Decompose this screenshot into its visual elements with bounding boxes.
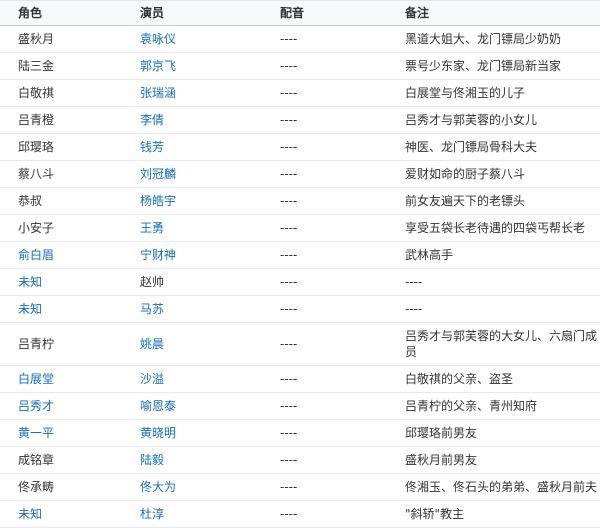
actor-link[interactable]: 沙溢 bbox=[140, 372, 164, 386]
actor-link[interactable]: 袁咏仪 bbox=[140, 32, 176, 46]
table-row: 白展堂 沙溢 ---- 白敬祺的父亲、盗圣 bbox=[0, 366, 600, 393]
table-row: 俞白眉 宁财神 ---- 武林高手 bbox=[0, 242, 600, 269]
actor-link[interactable]: 钱芳 bbox=[140, 140, 164, 154]
note-text: 黑道大姐大、龙门镖局少奶奶 bbox=[405, 32, 561, 46]
actor-link[interactable]: 李倩 bbox=[140, 113, 164, 127]
role-link[interactable]: 未知 bbox=[18, 507, 42, 521]
role-text: 小安子 bbox=[18, 221, 54, 235]
cast-list-page: 角色 演员 配音 备注 盛秋月 袁咏仪 ---- 黑道大姐大、龙门镖局少奶奶 陆… bbox=[0, 0, 600, 528]
table-row: 佟承畴 佟大为 ---- 佟湘玉、佟石头的弟弟、盛秋月前夫 bbox=[0, 474, 600, 501]
cast-table: 角色 演员 配音 备注 盛秋月 袁咏仪 ---- 黑道大姐大、龙门镖局少奶奶 陆… bbox=[0, 0, 600, 528]
table-row: 未知 杜淳 ---- "斜轿"教主 bbox=[0, 501, 600, 528]
note-text: 吕青柠的父亲、青州知府 bbox=[405, 399, 537, 413]
table-row: 邱璎珞 钱芳 ---- 神医、龙门镖局骨科大夫 bbox=[0, 134, 600, 161]
role-link[interactable]: 吕秀才 bbox=[18, 399, 54, 413]
note-text: 白展堂与佟湘玉的儿子 bbox=[405, 86, 525, 100]
table-row: 吕秀才 喻恩泰 ---- 吕青柠的父亲、青州知府 bbox=[0, 393, 600, 420]
dub-value: ---- bbox=[280, 372, 297, 386]
actor-link[interactable]: 张瑞涵 bbox=[140, 86, 176, 100]
actor-link[interactable]: 王勇 bbox=[140, 221, 164, 235]
note-text: 前女友遍天下的老镖头 bbox=[405, 194, 525, 208]
note-text: 吕秀才与郭芙蓉的小女儿 bbox=[405, 113, 537, 127]
role-text: 盛秋月 bbox=[18, 32, 54, 46]
cast-table-body: 盛秋月 袁咏仪 ---- 黑道大姐大、龙门镖局少奶奶 陆三金 郭京飞 ---- … bbox=[0, 26, 600, 528]
table-row: 恭叔 杨皓宇 ---- 前女友遍天下的老镖头 bbox=[0, 188, 600, 215]
note-text: 盛秋月前男友 bbox=[405, 453, 477, 467]
actor-text: 赵帅 bbox=[140, 275, 164, 289]
dub-value: ---- bbox=[280, 248, 297, 262]
dub-value: ---- bbox=[280, 480, 297, 494]
table-row: 未知 赵帅 ---- ---- bbox=[0, 269, 600, 296]
dub-value: ---- bbox=[280, 194, 297, 208]
column-header-note: 备注 bbox=[405, 1, 600, 26]
table-row: 小安子 王勇 ---- 享受五袋长老待遇的四袋丐帮长老 bbox=[0, 215, 600, 242]
table-row: 白敬祺 张瑞涵 ---- 白展堂与佟湘玉的儿子 bbox=[0, 80, 600, 107]
dub-value: ---- bbox=[280, 426, 297, 440]
dub-value: ---- bbox=[280, 59, 297, 73]
dub-value: ---- bbox=[280, 140, 297, 154]
role-text: 吕青橙 bbox=[18, 113, 54, 127]
role-text: 白敬祺 bbox=[18, 86, 54, 100]
actor-link[interactable]: 宁财神 bbox=[140, 248, 176, 262]
actor-link[interactable]: 姚晨 bbox=[140, 337, 164, 351]
note-text: 爱财如命的厨子蔡八斗 bbox=[405, 167, 525, 181]
column-header-role: 角色 bbox=[0, 1, 140, 26]
dub-value: ---- bbox=[280, 221, 297, 235]
dub-value: ---- bbox=[280, 507, 297, 521]
note-text: 吕秀才与郭芙蓉的大女儿、六扇门成员 bbox=[405, 329, 597, 359]
note-text: 武林高手 bbox=[405, 248, 453, 262]
actor-link[interactable]: 马苏 bbox=[140, 302, 164, 316]
table-row: 盛秋月 袁咏仪 ---- 黑道大姐大、龙门镖局少奶奶 bbox=[0, 26, 600, 53]
actor-link[interactable]: 刘冠麟 bbox=[140, 167, 176, 181]
note-text: 邱璎珞前男友 bbox=[405, 426, 477, 440]
role-text: 陆三金 bbox=[18, 59, 54, 73]
role-link[interactable]: 白展堂 bbox=[18, 372, 54, 386]
dub-value: ---- bbox=[280, 399, 297, 413]
table-row: 陆三金 郭京飞 ---- 票号少东家、龙门镖局新当家 bbox=[0, 53, 600, 80]
dub-value: ---- bbox=[280, 275, 297, 289]
dub-value: ---- bbox=[280, 86, 297, 100]
table-row: 吕青柠 姚晨 ---- 吕秀才与郭芙蓉的大女儿、六扇门成员 bbox=[0, 323, 600, 366]
actor-link[interactable]: 杨皓宇 bbox=[140, 194, 176, 208]
actor-link[interactable]: 杜淳 bbox=[140, 507, 164, 521]
actor-link[interactable]: 佟大为 bbox=[140, 480, 176, 494]
note-text: ---- bbox=[405, 275, 422, 289]
role-link[interactable]: 未知 bbox=[18, 302, 42, 316]
table-row: 黄一平 黄晓明 ---- 邱璎珞前男友 bbox=[0, 420, 600, 447]
note-text: 神医、龙门镖局骨科大夫 bbox=[405, 140, 537, 154]
role-text: 恭叔 bbox=[18, 194, 42, 208]
actor-link[interactable]: 黄晓明 bbox=[140, 426, 176, 440]
role-text: 吕青柠 bbox=[18, 337, 54, 351]
note-text: 享受五袋长老待遇的四袋丐帮长老 bbox=[405, 221, 585, 235]
role-text: 成铭章 bbox=[18, 453, 54, 467]
note-text: 票号少东家、龙门镖局新当家 bbox=[405, 59, 561, 73]
note-text: "斜轿"教主 bbox=[405, 507, 464, 521]
role-text: 佟承畴 bbox=[18, 480, 54, 494]
actor-link[interactable]: 喻恩泰 bbox=[140, 399, 176, 413]
dub-value: ---- bbox=[280, 337, 297, 351]
table-row: 吕青橙 李倩 ---- 吕秀才与郭芙蓉的小女儿 bbox=[0, 107, 600, 134]
role-text: 邱璎珞 bbox=[18, 140, 54, 154]
role-link[interactable]: 俞白眉 bbox=[18, 248, 54, 262]
dub-value: ---- bbox=[280, 32, 297, 46]
cast-table-header: 角色 演员 配音 备注 bbox=[0, 1, 600, 26]
column-header-actor: 演员 bbox=[140, 1, 280, 26]
note-text: 佟湘玉、佟石头的弟弟、盛秋月前夫 bbox=[405, 480, 597, 494]
note-text: 白敬祺的父亲、盗圣 bbox=[405, 372, 513, 386]
table-row: 蔡八斗 刘冠麟 ---- 爱财如命的厨子蔡八斗 bbox=[0, 161, 600, 188]
table-row: 未知 马苏 ---- ---- bbox=[0, 296, 600, 323]
dub-value: ---- bbox=[280, 453, 297, 467]
actor-link[interactable]: 陆毅 bbox=[140, 453, 164, 467]
dub-value: ---- bbox=[280, 167, 297, 181]
dub-value: ---- bbox=[280, 113, 297, 127]
column-header-dub: 配音 bbox=[280, 1, 405, 26]
actor-link[interactable]: 郭京飞 bbox=[140, 59, 176, 73]
role-link[interactable]: 未知 bbox=[18, 275, 42, 289]
dub-value: ---- bbox=[280, 302, 297, 316]
table-row: 成铭章 陆毅 ---- 盛秋月前男友 bbox=[0, 447, 600, 474]
role-text: 蔡八斗 bbox=[18, 167, 54, 181]
role-link[interactable]: 黄一平 bbox=[18, 426, 54, 440]
note-text: ---- bbox=[405, 302, 422, 316]
